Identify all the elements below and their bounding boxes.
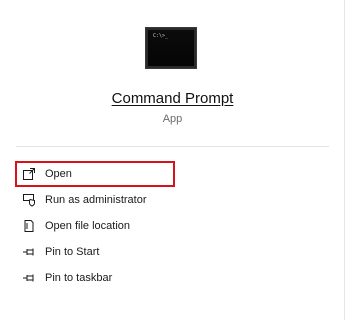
section-divider — [16, 146, 329, 147]
pin-icon — [20, 243, 38, 261]
app-type-label: App — [162, 113, 183, 125]
menu-item-pin-to-taskbar[interactable]: Pin to taskbar — [15, 265, 175, 291]
terminal-screen: C:\>_ — [148, 30, 194, 66]
menu-item-label: Run as administrator — [45, 194, 147, 206]
menu-item-label: Pin to taskbar — [45, 272, 113, 284]
menu-item-label: Open — [45, 168, 72, 180]
menu-item-pin-to-start[interactable]: Pin to Start — [15, 239, 175, 265]
command-prompt-icon: C:\>_ — [145, 27, 197, 69]
open-window-icon — [20, 165, 38, 183]
shield-icon — [20, 191, 38, 209]
menu-item-label: Open file location — [45, 220, 130, 232]
menu-item-run-as-administrator[interactable]: Run as administrator — [15, 187, 175, 213]
app-actions-menu: Open Run as administrator Open file loca… — [15, 161, 175, 291]
app-title[interactable]: Command Prompt — [0, 90, 345, 107]
menu-item-label: Pin to Start — [45, 246, 100, 258]
file-location-icon — [20, 217, 38, 235]
app-title-text[interactable]: Command Prompt — [112, 90, 234, 107]
pin-icon — [20, 269, 38, 287]
app-details-panel: C:\>_ Command Prompt App Open Run as adm… — [0, 0, 345, 320]
menu-item-open-file-location[interactable]: Open file location — [15, 213, 175, 239]
menu-item-open[interactable]: Open — [15, 161, 175, 187]
terminal-prompt: C:\>_ — [153, 33, 169, 39]
